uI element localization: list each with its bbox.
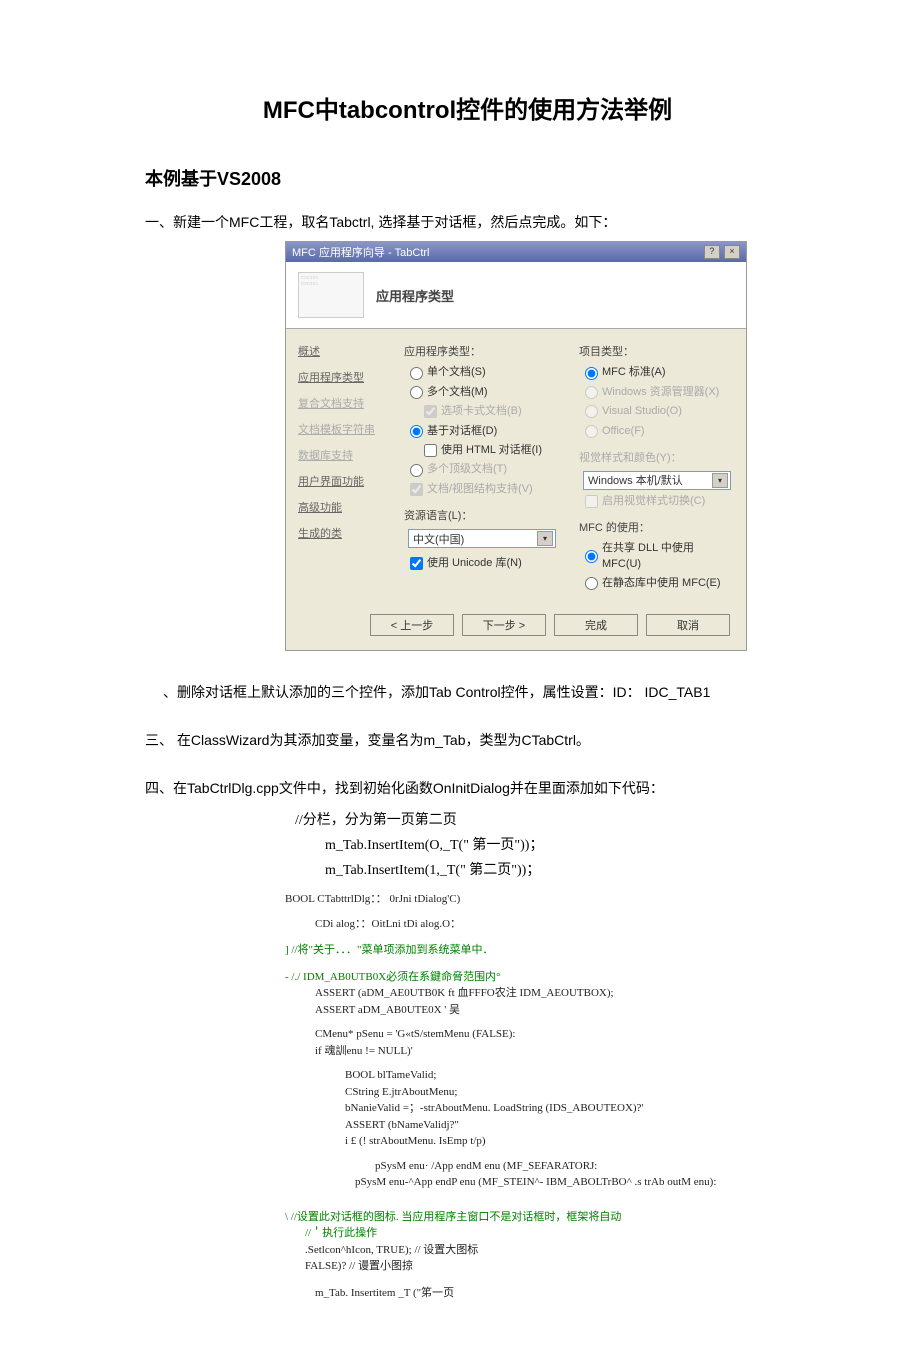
- check-html-dialog[interactable]: 使用 HTML 对话框(I): [424, 443, 559, 458]
- radio-static-lib[interactable]: 在静态库中使用 MFC(E): [585, 576, 734, 591]
- group-visualstyle-label: 视觉样式和颜色(Y)：: [579, 449, 734, 465]
- radio-win-explorer[interactable]: Windows 资源管理器(X): [585, 385, 734, 400]
- radio-multi-toplevel[interactable]: 多个顶级文档(T): [410, 462, 559, 477]
- select-resource-language[interactable]: 中文(中国) ▾: [408, 529, 556, 548]
- close-icon[interactable]: ×: [724, 245, 740, 259]
- code-line: CMenu* pSenu = 'G«tS/stemMenu (FALSE):: [315, 1026, 790, 1043]
- mfc-wizard-dialog: MFC 应用程序向导 - TabCtrl ? × ▭▭▭▭▭▭ 应用程序类型 概…: [285, 241, 747, 650]
- code-line: ASSERT aDM_AB0UTE0X ' 吴: [315, 1002, 790, 1019]
- step-1: 一、新建一个MFC工程，取名Tabctrl, 选择基于对话框，然后点完成。如下：: [145, 211, 790, 233]
- code-line: if 魂訓enu != NULL)': [315, 1043, 790, 1060]
- code-line: pSysM enu-^App endP enu (MF_STEIN^- IBM_…: [355, 1174, 790, 1191]
- check-unicode[interactable]: 使用 Unicode 库(N): [410, 556, 559, 571]
- code-line: //分栏，分为第一页第二页: [295, 808, 790, 833]
- chevron-down-icon: ▾: [712, 473, 728, 488]
- code-snippet-oninitdialog: BOOL CTabttrlDlg：： 0rJni tDialog'C) CDi …: [285, 891, 790, 1301]
- code-line: BOOL CTabttrlDlg：： 0rJni tDialog'C): [285, 891, 790, 908]
- radio-single-doc[interactable]: 单个文档(S): [410, 365, 559, 380]
- check-docview[interactable]: 文档/视图结构支持(V): [410, 482, 559, 497]
- group-mfcuse-label: MFC 的使用：: [579, 519, 734, 535]
- sidebar-item-genclasses[interactable]: 生成的类: [298, 525, 384, 541]
- sidebar-item-database[interactable]: 数据库支持: [298, 447, 384, 463]
- code-line: CString E.jtrAboutMenu;: [345, 1084, 790, 1101]
- code-line: m_Tab.InsertItem(1,_T(" 第二页"))；: [325, 858, 790, 883]
- wizard-title-text: MFC 应用程序向导 - TabCtrl: [292, 244, 430, 260]
- select-visual-style[interactable]: Windows 本机/默认 ▾: [583, 471, 731, 490]
- radio-visual-studio[interactable]: Visual Studio(O): [585, 404, 734, 419]
- finish-button[interactable]: 完成: [554, 614, 638, 636]
- group-apptype-label: 应用程序类型：: [404, 343, 559, 359]
- code-line: //＇执行此操作: [305, 1225, 790, 1242]
- radio-dialog-based[interactable]: 基于对话框(D): [410, 424, 559, 439]
- code-line: ASSERT (aDM_AE0UTB0K ft 血FFFO农注 IDM_AEOU…: [315, 985, 790, 1002]
- code-line: \ //设置此对话框的图标. 当应用程序主窗口不是对话框时，框架将自动: [285, 1209, 790, 1226]
- step-2: 、删除对话框上默认添加的三个控件，添加Tab Control控件，属性设置：ID…: [163, 681, 790, 703]
- code-line: ASSERT (bNameValidj?": [345, 1117, 790, 1134]
- sidebar-item-overview[interactable]: 概述: [298, 343, 384, 359]
- check-tabbed-doc[interactable]: 选项卡式文档(B): [424, 404, 559, 419]
- select-resource-language-value: 中文(中国): [413, 531, 464, 547]
- wizard-body: 概述 应用程序类型 复合文档支持 文档模板字符串 数据库支持 用户界面功能 高级…: [286, 329, 746, 603]
- step-4: 四、在TabCtrlDlg.cpp文件中，找到初始化函数OnInitDialog…: [145, 777, 790, 799]
- code-line: CDi alog：：OitLni tDi alog.O：: [315, 916, 790, 933]
- check-visual-switch[interactable]: 启用视觉样式切换(C): [585, 494, 734, 509]
- code-line: - /./ IDM_AB0UTB0X必须在系鍵命脅范围内°: [285, 969, 790, 986]
- wizard-col-projtype: 项目类型： MFC 标准(A) Windows 资源管理器(X) Visual …: [579, 343, 734, 591]
- sidebar-item-apptype[interactable]: 应用程序类型: [298, 369, 384, 385]
- help-icon[interactable]: ?: [704, 245, 720, 259]
- prev-button[interactable]: < 上一步: [370, 614, 454, 636]
- wizard-header-title: 应用程序类型: [376, 286, 454, 305]
- code-line: bNanieValid =；-strAboutMenu. LoadString …: [345, 1100, 790, 1117]
- code-line: FALSE)? // 谩置小图掠: [305, 1258, 790, 1275]
- sidebar-item-ui[interactable]: 用户界面功能: [298, 473, 384, 489]
- code-snippet-insertitem: //分栏，分为第一页第二页 m_Tab.InsertItem(O,_T(" 第一…: [295, 808, 790, 884]
- select-visual-style-value: Windows 本机/默认: [588, 472, 683, 488]
- sidebar-item-compound[interactable]: 复合文档支持: [298, 395, 384, 411]
- step-3: 三、 在ClassWizard为其添加变量，变量名为m_Tab，类型为CTabC…: [145, 729, 790, 751]
- code-line: ] //将"关于．．．"菜单项添加到系统菜单中．: [285, 942, 790, 959]
- radio-multi-doc[interactable]: 多个文档(M): [410, 385, 559, 400]
- sidebar-item-advanced[interactable]: 高级功能: [298, 499, 384, 515]
- code-line: m_Tab. Insertitem _T ("笫一页: [315, 1285, 790, 1302]
- wizard-sidebar: 概述 应用程序类型 复合文档支持 文档模板字符串 数据库支持 用户界面功能 高级…: [298, 343, 384, 591]
- radio-mfc-standard[interactable]: MFC 标准(A): [585, 365, 734, 380]
- code-line: pSysM enu· /App endM enu (MF_SEFARATORJ:: [375, 1158, 790, 1175]
- code-line: BOOL blTameValid;: [345, 1067, 790, 1084]
- code-line: .Setlcon^hIcon, TRUE); // 设置大图标: [305, 1242, 790, 1259]
- radio-shared-dll[interactable]: 在共享 DLL 中使用 MFC(U): [585, 541, 734, 572]
- cancel-button[interactable]: 取消: [646, 614, 730, 636]
- wizard-preview-thumb: ▭▭▭▭▭▭: [298, 272, 364, 318]
- radio-office[interactable]: Office(F): [585, 424, 734, 439]
- next-button[interactable]: 下一步 >: [462, 614, 546, 636]
- doc-title: MFC中tabcontrol控件的使用方法举例: [145, 90, 790, 125]
- group-projtype-label: 项目类型：: [579, 343, 734, 359]
- chevron-down-icon: ▾: [537, 531, 553, 546]
- wizard-titlebar: MFC 应用程序向导 - TabCtrl ? ×: [286, 242, 746, 262]
- wizard-col-apptype: 应用程序类型： 单个文档(S) 多个文档(M) 选项卡式文档(B) 基于对话框(…: [404, 343, 559, 591]
- sidebar-item-doctemplate[interactable]: 文档模板字符串: [298, 421, 384, 437]
- wizard-title-buttons: ? ×: [703, 245, 740, 259]
- doc-subtitle: 本例基于VS2008: [145, 165, 790, 191]
- wizard-footer: < 上一步 下一步 > 完成 取消: [286, 604, 746, 650]
- wizard-header: ▭▭▭▭▭▭ 应用程序类型: [286, 262, 746, 329]
- code-line: m_Tab.InsertItem(O,_T(" 第一页"))；: [325, 833, 790, 858]
- group-reslang-label: 资源语言(L)：: [404, 507, 559, 523]
- code-line: i £ (! strAboutMenu. IsEmp t/p): [345, 1133, 790, 1150]
